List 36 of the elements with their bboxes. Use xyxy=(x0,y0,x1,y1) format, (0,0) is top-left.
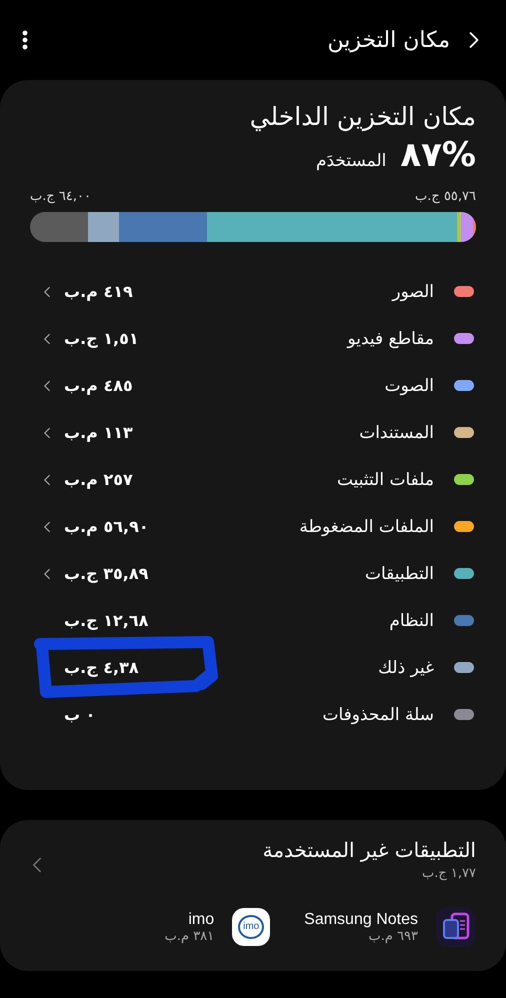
category-size: ٤١٩ م.ب xyxy=(64,282,133,301)
category-name[interactable]: الصوت xyxy=(132,376,434,396)
category-name[interactable]: المستندات xyxy=(132,422,434,442)
used-label: المستخدَم xyxy=(316,151,386,171)
notes-app-icon xyxy=(436,907,476,947)
category-size: ٢٥٧ م.ب xyxy=(64,470,133,489)
app-name: imo xyxy=(188,910,214,928)
used-amount: ٥٥,٧٦ ج.ب xyxy=(415,189,476,204)
unused-apps-size: ١,٧٧ ج.ب xyxy=(422,866,476,881)
category-size: ١,٥١ ج.ب xyxy=(64,329,139,348)
category-name[interactable]: غير ذلك xyxy=(138,658,434,678)
page-title: مكان التخزين xyxy=(326,28,450,52)
category-size: ٤,٣٨ ج.ب xyxy=(64,658,139,677)
app-name: Samsung Notes xyxy=(304,910,418,928)
category-name[interactable]: سلة المحذوفات xyxy=(95,704,434,724)
storage-title: مكان التخزين الداخلي xyxy=(250,102,476,131)
category-size: ٤٨٥ م.ب xyxy=(64,376,133,395)
more-options-icon xyxy=(22,30,28,50)
more-options-button[interactable] xyxy=(22,30,28,50)
app-size: ٣٨١ م.ب xyxy=(164,928,214,944)
app-size: ٦٩٣ م.ب xyxy=(368,928,418,944)
category-size: ٣٥,٨٩ ج.ب xyxy=(64,564,148,583)
category-name[interactable]: الصور xyxy=(132,282,434,302)
category-size: ٥٦,٩٠ م.ب xyxy=(64,517,149,536)
category-size: ١١٣ م.ب xyxy=(64,423,133,442)
total-amount: ٦٤,٠٠ ج.ب xyxy=(30,189,91,204)
chat-app-icon: imo xyxy=(232,908,270,946)
used-percent: %٨٧ xyxy=(400,135,476,175)
category-size: ٠ ب xyxy=(64,705,96,724)
category-name[interactable]: ملفات التثبيت xyxy=(132,470,434,490)
category-name[interactable]: النظام xyxy=(148,610,434,630)
category-name[interactable]: الملفات المضغوطة xyxy=(148,516,434,536)
category-name[interactable]: مقاطع فيديو xyxy=(138,328,434,348)
category-size: ١٢,٦٨ ج.ب xyxy=(64,611,148,630)
category-name[interactable]: التطبيقات xyxy=(148,564,434,584)
unused-apps-title: التطبيقات غير المستخدمة xyxy=(262,838,476,862)
